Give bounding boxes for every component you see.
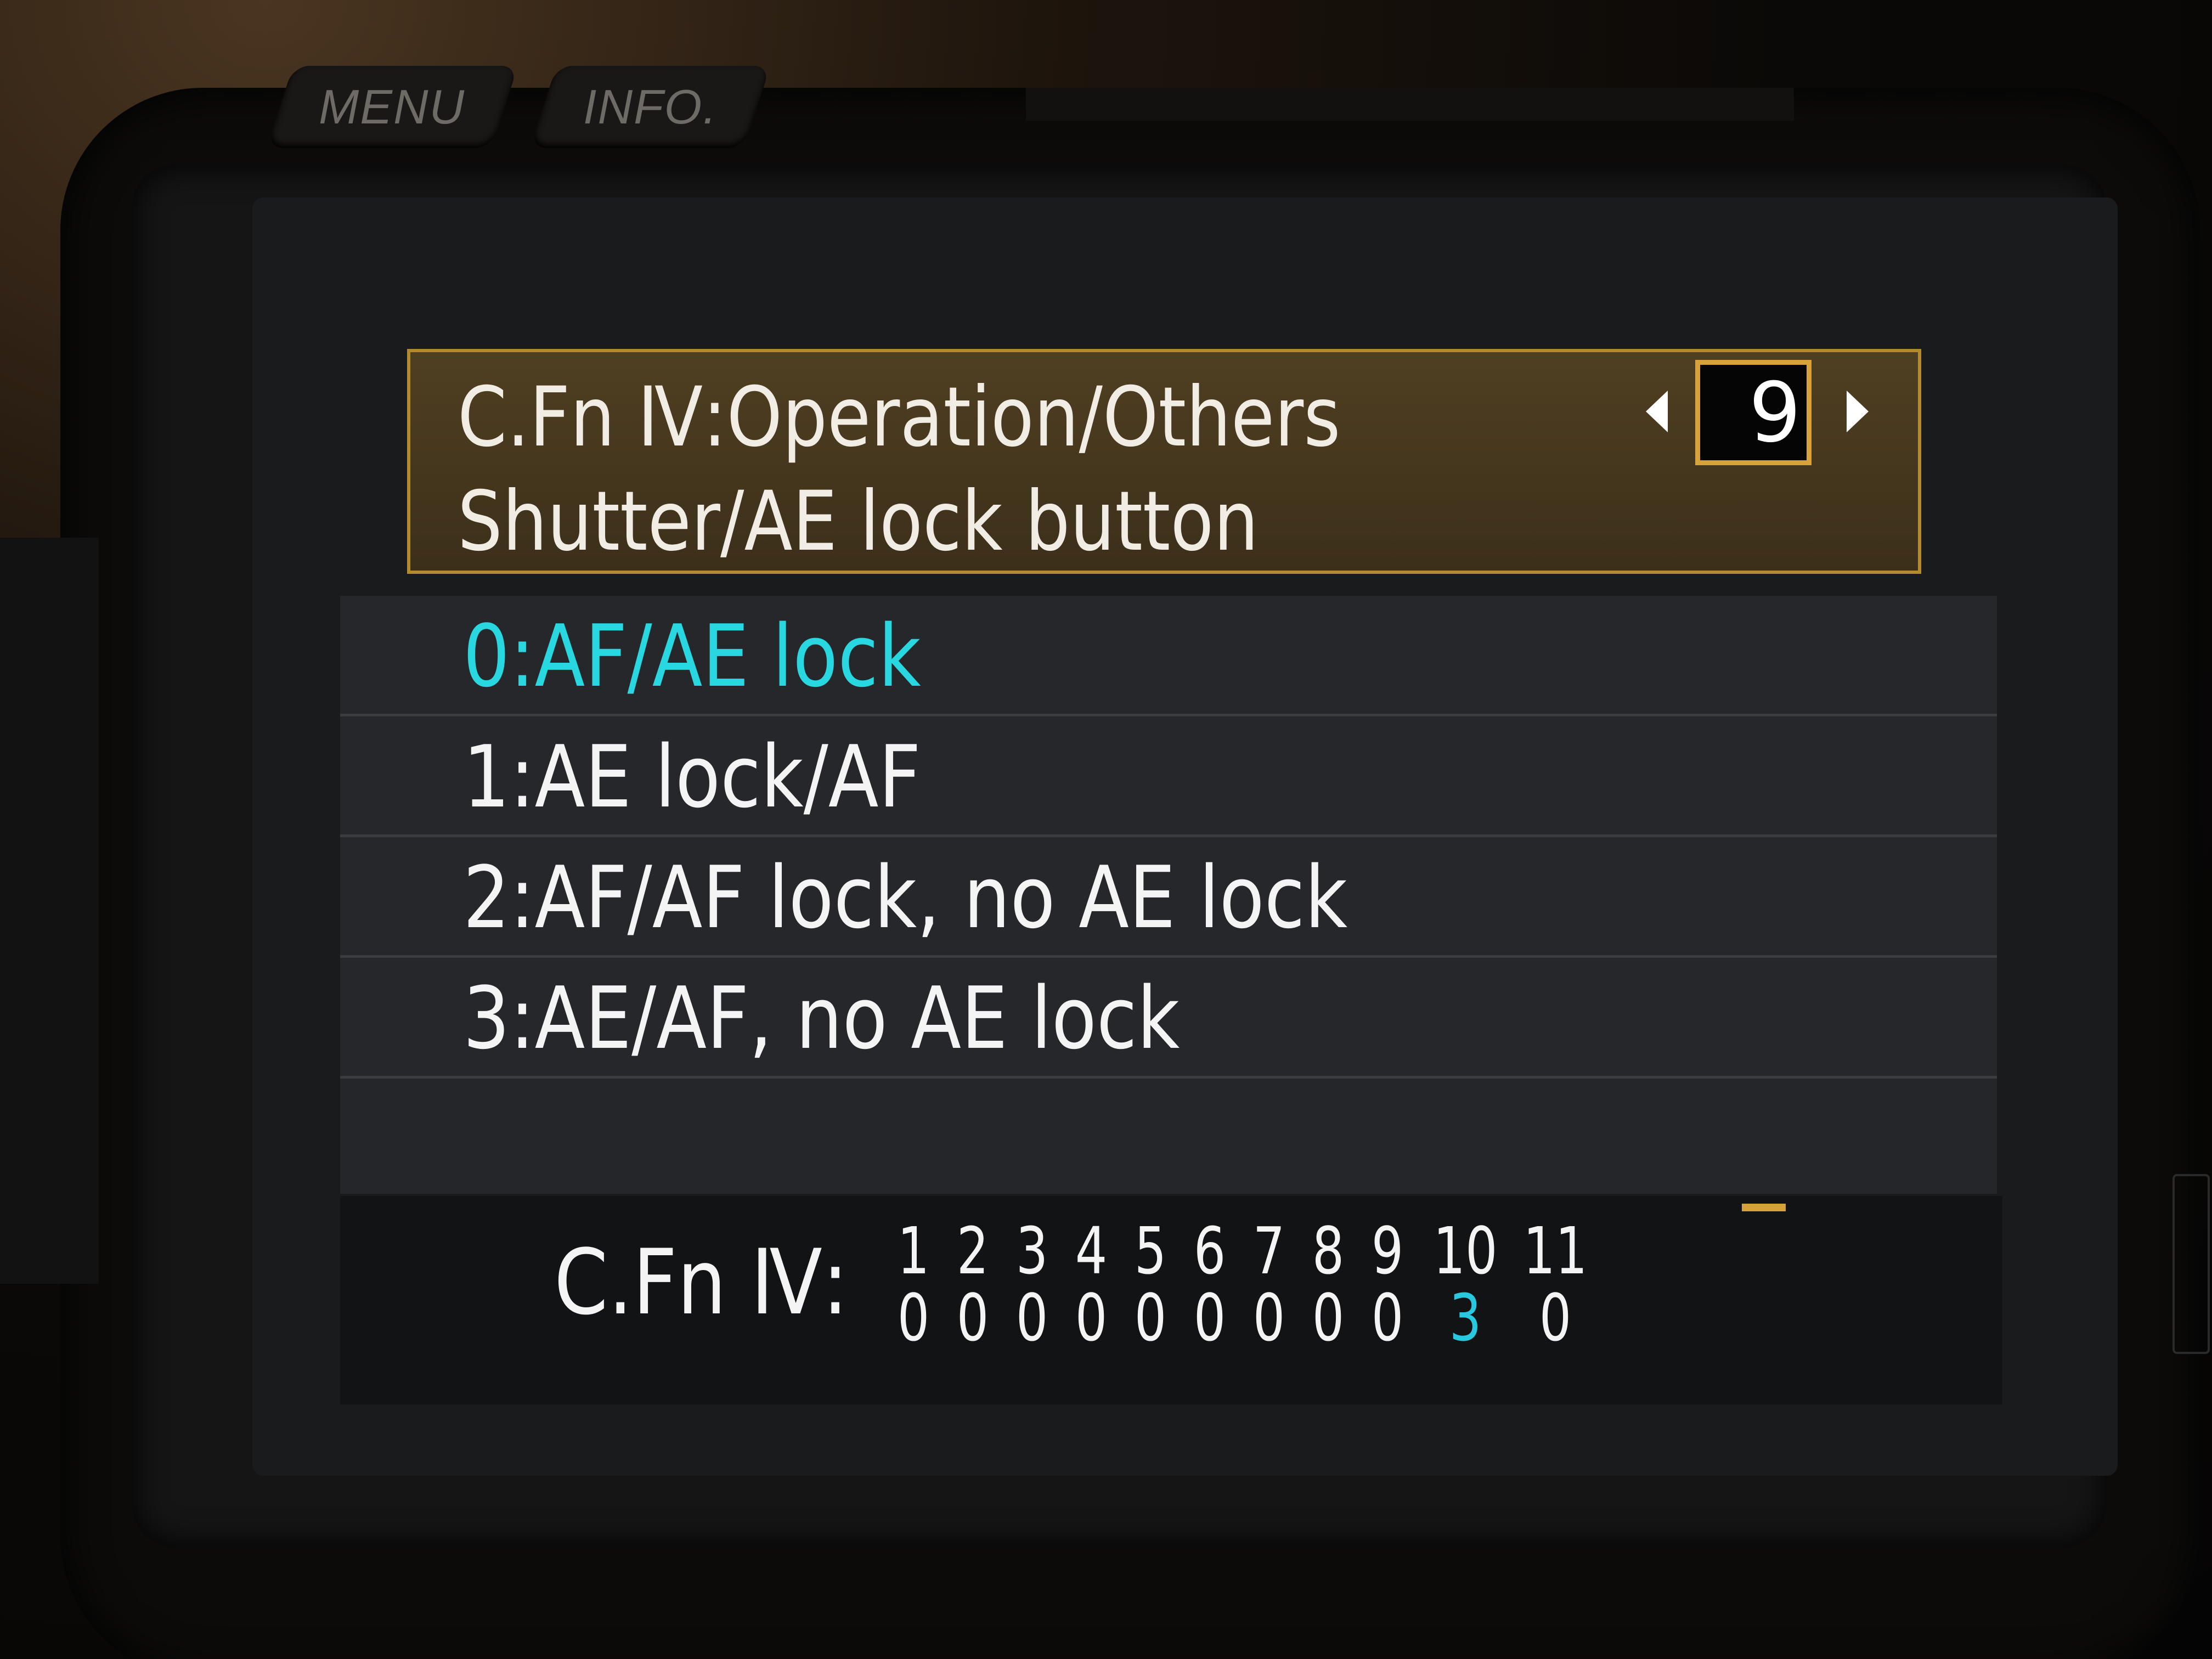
function-status-9: 9 0 xyxy=(1346,1218,1429,1352)
page-title: C.Fn Ⅳ:Operation/Others xyxy=(458,370,1341,465)
option-1[interactable]: 1:AE lock/AF xyxy=(340,716,1997,837)
option-2[interactable]: 2:AF/AF lock, no AE lock xyxy=(340,837,1997,958)
current-function-marker xyxy=(1742,1204,1786,1211)
status-label: C.Fn Ⅳ: xyxy=(554,1230,849,1335)
custom-function-header: C.Fn Ⅳ:Operation/Others Shutter/AE lock … xyxy=(407,349,1921,574)
menu-button[interactable]: MENU xyxy=(266,66,518,148)
function-name: Shutter/AE lock button xyxy=(458,474,1259,569)
top-panel xyxy=(1026,88,1794,121)
info-button[interactable]: INFO. xyxy=(529,66,771,148)
info-button-label: INFO. xyxy=(583,80,718,134)
side-panel xyxy=(0,538,99,1284)
menu-button-label: MENU xyxy=(319,80,466,134)
function-number: 10 xyxy=(1433,1213,1498,1289)
option-label: 3:AE/AF, no AE lock xyxy=(463,968,1180,1068)
function-status-bar: C.Fn Ⅳ: 1 0 2 0 3 0 4 0 5 0 6 0 7 0 8 0 … xyxy=(340,1196,2002,1404)
empty-row xyxy=(340,1079,1997,1194)
option-list: 0:AF/AE lock 1:AE lock/AF 2:AF/AF lock, … xyxy=(340,596,1997,1194)
side-port xyxy=(2172,1174,2210,1354)
option-3[interactable]: 3:AE/AF, no AE lock xyxy=(340,958,1997,1079)
function-number: 11 xyxy=(1523,1213,1588,1289)
function-value: 0 xyxy=(1539,1280,1572,1356)
camera-photo: MENU INFO. C.Fn Ⅳ:Operation/Others Shutt… xyxy=(0,0,2212,1659)
arrow-left-icon[interactable] xyxy=(1646,391,1668,432)
function-status-11: 11 0 xyxy=(1514,1218,1596,1352)
function-status-10: 10 3 xyxy=(1424,1218,1506,1352)
function-number-selector[interactable]: 9 xyxy=(1695,360,1812,465)
arrow-right-icon[interactable] xyxy=(1847,391,1869,432)
option-label: 2:AF/AF lock, no AE lock xyxy=(463,848,1348,947)
function-value: 3 xyxy=(1449,1280,1482,1356)
option-label: 0:AF/AE lock xyxy=(463,606,921,706)
function-number: 9 xyxy=(1371,1213,1404,1289)
option-label: 1:AE lock/AF xyxy=(463,727,921,827)
function-value: 0 xyxy=(1371,1280,1404,1356)
option-0[interactable]: 0:AF/AE lock xyxy=(340,596,1997,716)
